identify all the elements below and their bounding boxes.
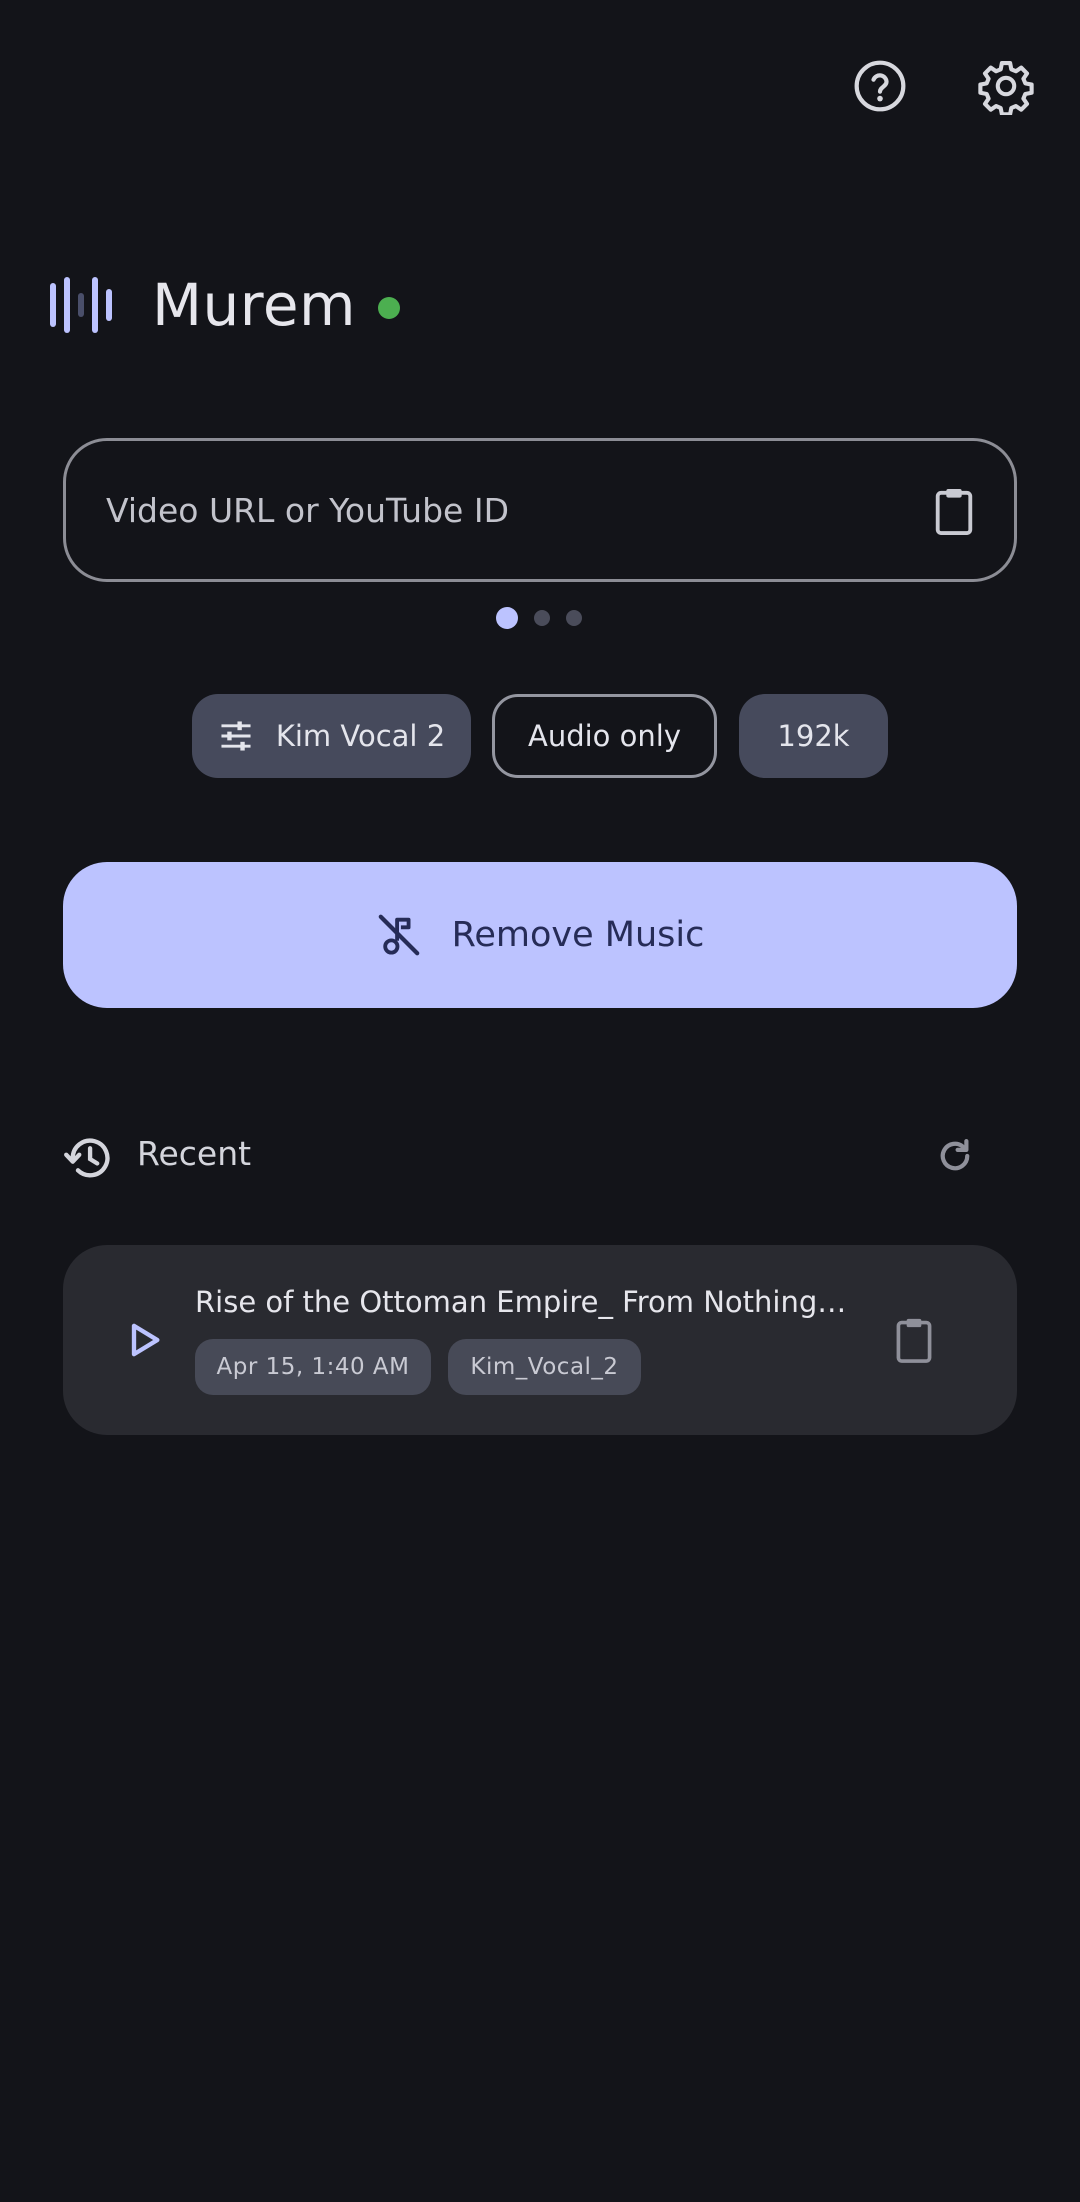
app-brand: Murem <box>48 260 401 350</box>
settings-icon <box>978 60 1034 115</box>
refresh-button[interactable] <box>931 1132 979 1180</box>
music-off-icon <box>376 912 422 958</box>
paste-button[interactable] <box>924 481 984 541</box>
history-icon <box>64 1138 110 1178</box>
url-input[interactable] <box>104 489 888 531</box>
copy-button[interactable] <box>885 1311 943 1369</box>
play-button[interactable] <box>116 1312 172 1368</box>
help-icon <box>854 60 906 112</box>
tune-icon <box>218 720 254 752</box>
bitrate-chip[interactable]: 192k <box>739 694 888 778</box>
clipboard-icon <box>896 1318 932 1363</box>
help-button[interactable] <box>844 50 916 122</box>
model-chip[interactable]: Kim Vocal 2 <box>192 694 471 778</box>
page-indicator <box>496 607 598 629</box>
bitrate-label: 192k <box>777 719 850 753</box>
page-dot-active[interactable] <box>496 607 518 629</box>
remove-music-button[interactable]: Remove Music <box>63 862 1017 1008</box>
recent-item-title: Rise of the Ottoman Empire_ From Nothing… <box>195 1285 855 1319</box>
recent-item-model: Kim_Vocal_2 <box>448 1339 641 1395</box>
audio-only-label: Audio only <box>528 719 681 753</box>
waveform-logo-icon <box>50 277 112 333</box>
app-title: Murem <box>152 271 357 339</box>
settings-button[interactable] <box>970 50 1042 122</box>
page-dot[interactable] <box>566 610 582 626</box>
refresh-icon <box>940 1139 970 1171</box>
recent-item-card[interactable]: Rise of the Ottoman Empire_ From Nothing… <box>63 1245 1017 1435</box>
recent-title: Recent <box>137 1134 252 1173</box>
clipboard-icon <box>935 488 973 535</box>
recent-item-date: Apr 15, 1:40 AM <box>195 1339 431 1395</box>
play-icon <box>131 1323 160 1357</box>
audio-only-chip[interactable]: Audio only <box>492 694 717 778</box>
recent-section-header: Recent <box>63 1126 1017 1186</box>
model-chip-label: Kim Vocal 2 <box>275 719 446 753</box>
page-dot[interactable] <box>534 610 550 626</box>
status-indicator <box>378 297 401 319</box>
url-field[interactable] <box>63 438 1017 582</box>
remove-music-label: Remove Music <box>451 915 705 955</box>
